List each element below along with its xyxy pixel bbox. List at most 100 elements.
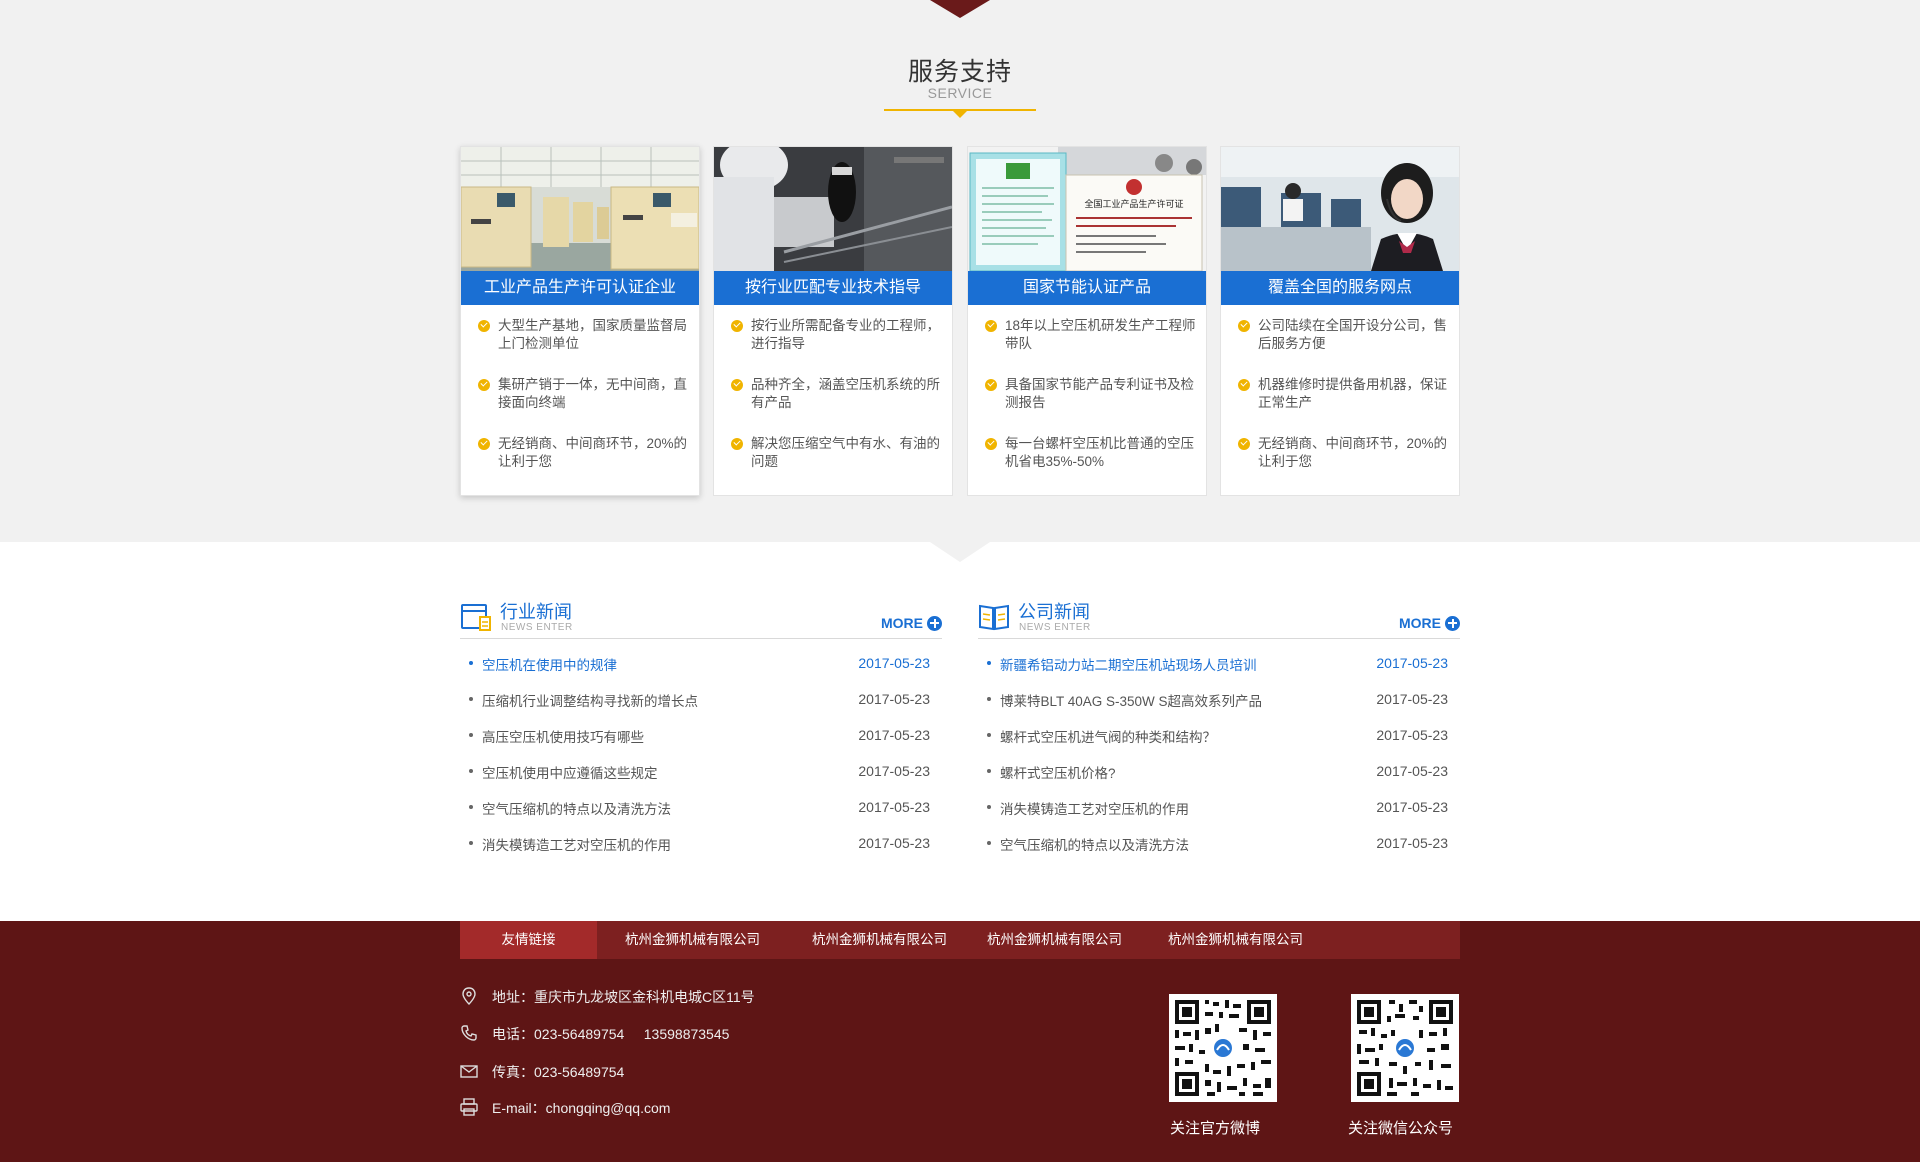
list-item: 品种齐全，涵盖空压机系统的所有产品 xyxy=(714,376,952,416)
more-link[interactable]: MORE xyxy=(1399,615,1460,631)
industry-news-panel: 行业新闻 NEWS ENTER MORE 空压机在使用中的规律 2017-05-2… xyxy=(460,596,942,866)
weibo-qr-code xyxy=(1169,994,1277,1102)
wechat-qr-code xyxy=(1351,994,1459,1102)
list-item: 无经销商、中间商环节，20%的让利于您 xyxy=(461,435,699,475)
news-item[interactable]: 高压空压机使用技巧有哪些 2017-05-23 xyxy=(460,726,942,762)
friend-links-bar: 友情链接 杭州金狮机械有限公司 杭州金狮机械有限公司 杭州金狮机械有限公司 杭州… xyxy=(460,921,1460,959)
news-item-title[interactable]: 消失模铸造工艺对空压机的作用 xyxy=(1000,798,1189,818)
bullet-icon xyxy=(469,769,473,773)
title-underline-pointer xyxy=(953,111,967,118)
check-icon xyxy=(478,379,490,391)
service-card-technical[interactable]: 按行业匹配专业技术指导 按行业所需配备专业的工程师，进行指导 品种齐全，涵盖空压… xyxy=(713,146,953,496)
bullet-icon xyxy=(469,733,473,737)
friend-link[interactable]: 杭州金狮机械有限公司 xyxy=(1168,921,1303,959)
news-title: 公司新闻 xyxy=(1018,602,1090,622)
friend-link[interactable]: 杭州金狮机械有限公司 xyxy=(625,921,760,959)
card-points: 公司陆续在全国开设分公司，售后服务方便 机器维修时提供备用机器，保证正常生产 无… xyxy=(1221,317,1459,494)
news-item[interactable]: 空气压缩机的特点以及清洗方法 2017-05-23 xyxy=(978,834,1460,870)
check-icon xyxy=(731,379,743,391)
list-item: 解决您压缩空气中有水、有油的问题 xyxy=(714,435,952,475)
news-item-title[interactable]: 空气压缩机的特点以及清洗方法 xyxy=(1000,834,1189,854)
book-icon xyxy=(979,604,1009,631)
news-item[interactable]: 空压机在使用中的规律 2017-05-23 xyxy=(460,654,942,690)
news-item[interactable]: 新疆希铝动力站二期空压机站现场人员培训 2017-05-23 xyxy=(978,654,1460,690)
news-item[interactable]: 博莱特BLT 40AG S-350W S超高效系列产品 2017-05-23 xyxy=(978,690,1460,726)
bullet-icon xyxy=(469,697,473,701)
phone-icon xyxy=(461,1025,477,1041)
news-item-title[interactable]: 螺杆式空压机价格? xyxy=(1000,762,1116,782)
card-points: 18年以上空压机研发生产工程师带队 具备国家节能产品专利证书及检测报告 每一台螺… xyxy=(968,317,1206,494)
bullet-icon xyxy=(987,661,991,665)
news-list: 空压机在使用中的规律 2017-05-23 压缩机行业调整结构寻找新的增长点 201… xyxy=(460,654,942,870)
top-notch-decoration xyxy=(930,0,990,18)
list-item: 大型生产基地，国家质量监督局上门检测单位 xyxy=(461,317,699,357)
card-caption: 国家节能认证产品 xyxy=(968,271,1206,305)
bullet-icon xyxy=(469,841,473,845)
more-link[interactable]: MORE xyxy=(881,615,942,631)
friend-link[interactable]: 杭州金狮机械有限公司 xyxy=(987,921,1122,959)
address-text: 地址：重庆市九龙坡区金科机电城C区11号 xyxy=(492,989,755,1005)
bullet-icon xyxy=(987,733,991,737)
news-item-date: 2017-05-23 xyxy=(1376,655,1448,671)
card-caption: 按行业匹配专业技术指导 xyxy=(714,271,952,305)
list-item: 集研产销于一体，无中间商，直接面向终端 xyxy=(461,376,699,416)
news-item-title[interactable]: 新疆希铝动力站二期空压机站现场人员培训 xyxy=(1000,654,1257,674)
point-text: 18年以上空压机研发生产工程师带队 xyxy=(1005,318,1196,351)
list-item: 18年以上空压机研发生产工程师带队 xyxy=(968,317,1206,357)
technician-photo xyxy=(714,147,952,271)
news-item-date: 2017-05-23 xyxy=(858,727,930,743)
news-item[interactable]: 消失模铸造工艺对空压机的作用 2017-05-23 xyxy=(460,834,942,870)
service-card-network[interactable]: 覆盖全国的服务网点 公司陆续在全国开设分公司，售后服务方便 机器维修时提供备用机… xyxy=(1220,146,1460,496)
phone-row: 电话：023-56489754 13598873545 xyxy=(460,1024,860,1044)
check-icon xyxy=(985,438,997,450)
news-item[interactable]: 消失模铸造工艺对空压机的作用 2017-05-23 xyxy=(978,798,1460,834)
service-card-license[interactable]: 工业产品生产许可认证企业 大型生产基地，国家质量监督局上门检测单位 集研产销于一… xyxy=(460,146,700,496)
card-caption: 覆盖全国的服务网点 xyxy=(1221,271,1459,305)
card-points: 按行业所需配备专业的工程师，进行指导 品种齐全，涵盖空压机系统的所有产品 解决您… xyxy=(714,317,952,494)
bullet-icon xyxy=(987,769,991,773)
news-item-date: 2017-05-23 xyxy=(858,655,930,671)
more-label: MORE xyxy=(1399,615,1441,631)
news-item-title[interactable]: 空气压缩机的特点以及清洗方法 xyxy=(482,798,671,818)
list-item: 具备国家节能产品专利证书及检测报告 xyxy=(968,376,1206,416)
bullet-icon xyxy=(987,805,991,809)
point-text: 公司陆续在全国开设分公司，售后服务方便 xyxy=(1258,318,1447,351)
friend-links-label: 友情链接 xyxy=(460,921,597,959)
news-list: 新疆希铝动力站二期空压机站现场人员培训 2017-05-23 博莱特BLT 40A… xyxy=(978,654,1460,870)
point-text: 具备国家节能产品专利证书及检测报告 xyxy=(1005,377,1194,410)
news-item[interactable]: 空气压缩机的特点以及清洗方法 2017-05-23 xyxy=(460,798,942,834)
news-item-date: 2017-05-23 xyxy=(1376,799,1448,815)
news-subtitle: NEWS ENTER xyxy=(1019,622,1091,633)
news-title: 行业新闻 xyxy=(500,602,572,622)
check-icon xyxy=(731,320,743,332)
list-item: 无经销商、中间商环节，20%的让利于您 xyxy=(1221,435,1459,475)
list-item: 公司陆续在全国开设分公司，售后服务方便 xyxy=(1221,317,1459,357)
news-header: 行业新闻 NEWS ENTER MORE xyxy=(460,596,942,639)
point-text: 大型生产基地，国家质量监督局上门检测单位 xyxy=(498,318,687,351)
news-item[interactable]: 螺杆式空压机进气阀的种类和结构？ 2017-05-23 xyxy=(978,726,1460,762)
news-item-date: 2017-05-23 xyxy=(1376,691,1448,707)
check-icon xyxy=(1238,320,1250,332)
point-text: 集研产销于一体，无中间商，直接面向终端 xyxy=(498,377,687,410)
plus-icon xyxy=(1445,615,1460,631)
news-item-title[interactable]: 压缩机行业调整结构寻找新的增长点 xyxy=(482,690,698,710)
news-item-title[interactable]: 博莱特BLT 40AG S-350W S超高效系列产品 xyxy=(1000,690,1262,710)
service-card-energy[interactable]: 全国工业产品生产许可证 国家节能认证产品 18年以上空压机研发生产工程师带队 具… xyxy=(967,146,1207,496)
news-item[interactable]: 空压机使用中应遵循这些规定 2017-05-23 xyxy=(460,762,942,798)
news-item-date: 2017-05-23 xyxy=(1376,763,1448,779)
news-item[interactable]: 螺杆式空压机价格? 2017-05-23 xyxy=(978,762,1460,798)
news-subtitle: NEWS ENTER xyxy=(501,622,573,633)
news-item-date: 2017-05-23 xyxy=(858,799,930,815)
footer: 友情链接 杭州金狮机械有限公司 杭州金狮机械有限公司 杭州金狮机械有限公司 杭州… xyxy=(0,921,1920,1162)
news-item[interactable]: 压缩机行业调整结构寻找新的增长点 2017-05-23 xyxy=(460,690,942,726)
news-item-title[interactable]: 空压机使用中应遵循这些规定 xyxy=(482,762,658,782)
friend-link[interactable]: 杭州金狮机械有限公司 xyxy=(812,921,947,959)
list-item: 机器维修时提供备用机器，保证正常生产 xyxy=(1221,376,1459,416)
email-text: E-mail：chongqing@qq.com xyxy=(492,1100,671,1116)
news-item-title[interactable]: 螺杆式空压机进气阀的种类和结构？ xyxy=(1000,726,1216,746)
news-item-title[interactable]: 空压机在使用中的规律 xyxy=(482,654,617,674)
check-icon xyxy=(478,438,490,450)
news-item-title[interactable]: 消失模铸造工艺对空压机的作用 xyxy=(482,834,671,854)
news-item-title[interactable]: 高压空压机使用技巧有哪些 xyxy=(482,726,644,746)
check-icon xyxy=(985,379,997,391)
